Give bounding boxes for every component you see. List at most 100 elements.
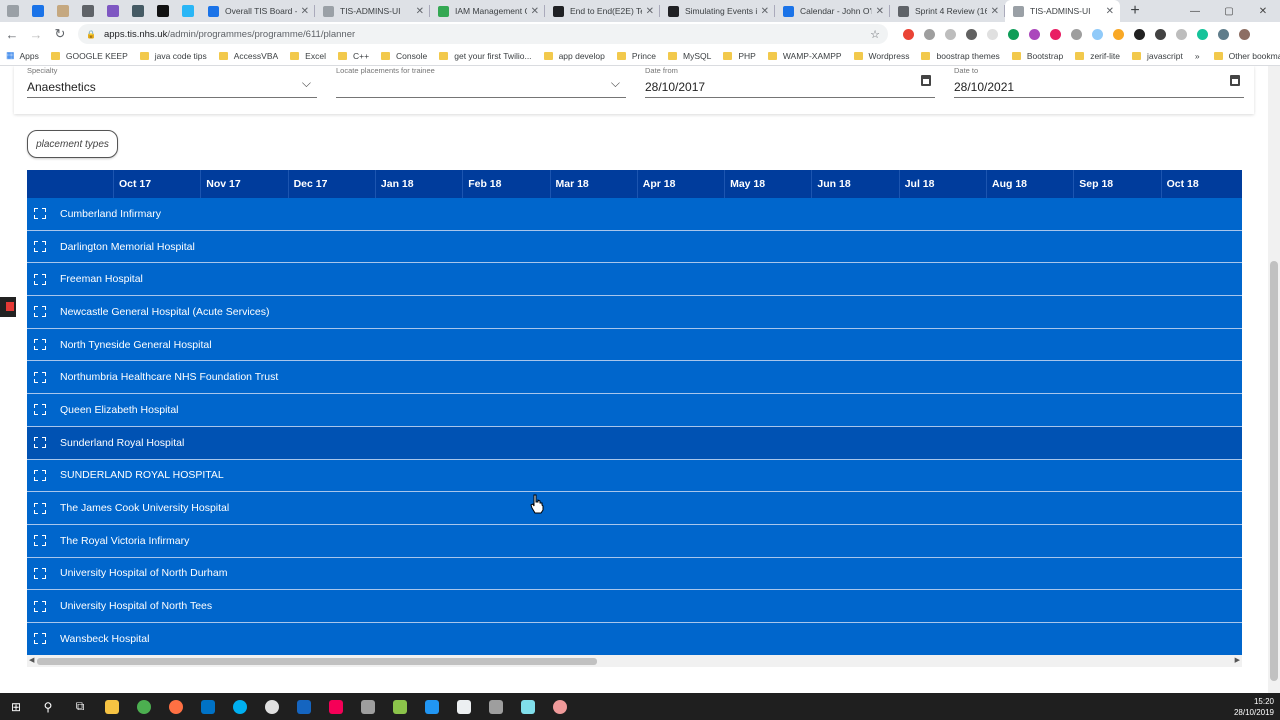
system-clock[interactable]: 15:20 28/10/2019 xyxy=(1234,696,1274,718)
planner-site-row[interactable]: Wansbeck Hospital xyxy=(27,622,1242,656)
placement-types-button[interactable]: placement types xyxy=(27,130,118,158)
tab-close-icon[interactable]: ✕ xyxy=(416,6,424,17)
extension-icon[interactable] xyxy=(945,28,956,40)
vertical-scroll-thumb[interactable] xyxy=(1270,261,1278,681)
pinned-tab[interactable] xyxy=(175,0,200,22)
close-window-icon[interactable]: ✕ xyxy=(1246,0,1280,22)
bookmark-apps[interactable]: ▦ Apps xyxy=(6,50,39,61)
extension-icon[interactable] xyxy=(1050,28,1061,40)
planner-site-row[interactable]: Newcastle General Hospital (Acute Servic… xyxy=(27,296,1242,329)
planner-site-row[interactable]: Freeman Hospital xyxy=(27,263,1242,297)
expand-icon[interactable] xyxy=(34,633,46,645)
app-icon[interactable] xyxy=(544,693,576,720)
bookmark-star-icon[interactable]: ☆ xyxy=(870,28,880,41)
bookmark-item[interactable]: PHP xyxy=(723,51,756,61)
browser-tab[interactable]: Sprint 4 Review (16/ ✕ xyxy=(890,0,1005,22)
bookmark-item[interactable]: Prince xyxy=(616,51,656,61)
scroll-left-icon[interactable]: ◀ xyxy=(29,656,34,664)
pinned-tab[interactable] xyxy=(0,0,25,22)
forward-arrow-icon[interactable]: → xyxy=(24,22,48,46)
search-icon[interactable]: ⚲ xyxy=(32,693,64,720)
outlook-icon[interactable] xyxy=(192,693,224,720)
side-panel-tab[interactable] xyxy=(0,297,16,317)
browser-tab[interactable]: TIS-ADMINS-UI ✕ xyxy=(315,0,430,22)
pinned-tab[interactable] xyxy=(25,0,50,22)
expand-icon[interactable] xyxy=(34,567,46,579)
planner-site-row[interactable]: University Hospital of North Tees xyxy=(27,590,1242,623)
planner-site-row[interactable]: University Hospital of North Durham xyxy=(27,557,1242,591)
expand-icon[interactable] xyxy=(34,208,46,220)
expand-icon[interactable] xyxy=(34,241,46,253)
browser-tab[interactable]: Calendar - John O'M ✕ xyxy=(775,0,890,22)
extension-icon[interactable] xyxy=(987,28,998,40)
task-view-icon[interactable]: ⧉ xyxy=(64,693,96,720)
bookmark-item[interactable]: AccessVBA xyxy=(218,51,278,61)
tab-close-icon[interactable]: ✕ xyxy=(991,6,999,17)
planner-site-row[interactable]: North Tyneside General Hospital xyxy=(27,328,1242,362)
calendar-icon[interactable] xyxy=(1230,75,1240,86)
extension-icon[interactable] xyxy=(1071,28,1082,40)
horizontal-scroll-thumb[interactable] xyxy=(37,658,597,665)
bookmark-item[interactable]: get your first Twilio... xyxy=(439,51,532,61)
extension-icon[interactable] xyxy=(1134,28,1145,40)
tab-close-icon[interactable]: ✕ xyxy=(301,6,309,17)
sourcetree-icon[interactable] xyxy=(352,693,384,720)
planner-site-row[interactable]: The James Cook University Hospital xyxy=(27,492,1242,525)
planner-site-row[interactable]: Cumberland Infirmary xyxy=(27,198,1242,231)
planner-site-row[interactable]: Sunderland Royal Hospital xyxy=(27,426,1242,460)
expand-icon[interactable] xyxy=(34,469,46,481)
slack-icon[interactable] xyxy=(256,693,288,720)
extension-icon[interactable] xyxy=(1197,28,1208,40)
pinned-tab[interactable] xyxy=(75,0,100,22)
extension-icon[interactable] xyxy=(903,28,914,40)
bookmarks-overflow-icon[interactable]: » xyxy=(1195,51,1200,61)
remote-desktop-icon[interactable] xyxy=(288,693,320,720)
bookmark-other[interactable]: Other bookmarks xyxy=(1213,51,1280,61)
bookmark-item[interactable]: C++ xyxy=(337,51,369,61)
pinned-tab[interactable] xyxy=(150,0,175,22)
date-from-field[interactable]: Date from 28/10/2017 xyxy=(645,66,935,98)
horizontal-scrollbar[interactable]: ◀ ▶ xyxy=(27,655,1242,667)
bookmark-item[interactable]: Excel xyxy=(290,51,326,61)
vertical-scrollbar[interactable] xyxy=(1268,66,1280,693)
expand-icon[interactable] xyxy=(34,371,46,383)
bookmark-item[interactable]: Bootstrap xyxy=(1011,51,1063,61)
file-explorer-icon[interactable] xyxy=(96,693,128,720)
bookmark-item[interactable]: app develop xyxy=(543,51,605,61)
extension-icon[interactable] xyxy=(1155,28,1166,40)
browser-tab[interactable]: Overall TIS Board - A ✕ xyxy=(200,0,315,22)
bookmark-item[interactable]: javascript xyxy=(1131,51,1183,61)
planner-site-row[interactable]: SUNDERLAND ROYAL HOSPITAL xyxy=(27,459,1242,493)
extension-icon[interactable] xyxy=(1029,28,1040,40)
bookmark-item[interactable]: Console xyxy=(381,51,427,61)
extension-icon[interactable] xyxy=(966,28,977,40)
extension-icon[interactable] xyxy=(924,28,935,40)
address-bar[interactable]: 🔒 apps.tis.nhs.uk/admin/programmes/progr… xyxy=(78,24,888,44)
extension-icon[interactable] xyxy=(1008,28,1019,40)
expand-icon[interactable] xyxy=(34,502,46,514)
app-icon[interactable] xyxy=(512,693,544,720)
profile-avatar[interactable] xyxy=(1239,28,1250,40)
vscode-icon[interactable] xyxy=(416,693,448,720)
planner-site-row[interactable]: Darlington Memorial Hospital xyxy=(27,230,1242,264)
photos-icon[interactable] xyxy=(448,693,480,720)
intellij-icon[interactable] xyxy=(320,693,352,720)
planner-site-row[interactable]: Northumbria Healthcare NHS Foundation Tr… xyxy=(27,361,1242,395)
extension-icon[interactable] xyxy=(1092,28,1103,40)
windows-start-icon[interactable]: ⊞ xyxy=(0,693,32,720)
new-tab-button[interactable]: + xyxy=(1124,0,1146,22)
reload-icon[interactable]: ↻ xyxy=(48,22,72,46)
bookmark-item[interactable]: boostrap themes xyxy=(921,51,1000,61)
maximize-icon[interactable]: ▢ xyxy=(1212,0,1246,22)
browser-tab[interactable]: TIS-ADMINS-UI ✕ xyxy=(1005,0,1120,22)
bookmark-item[interactable]: Wordpress xyxy=(853,51,909,61)
bookmark-item[interactable]: WAMP-XAMPP xyxy=(767,51,842,61)
extension-icon[interactable] xyxy=(1218,28,1229,40)
firefox-icon[interactable] xyxy=(160,693,192,720)
back-arrow-icon[interactable]: ← xyxy=(0,22,24,46)
pinned-tab[interactable] xyxy=(100,0,125,22)
tab-close-icon[interactable]: ✕ xyxy=(531,6,539,17)
locate-placements-select[interactable]: Locate placements for trainee ⌵ xyxy=(336,66,626,98)
scroll-right-icon[interactable]: ▶ xyxy=(1235,656,1240,664)
expand-icon[interactable] xyxy=(34,404,46,416)
